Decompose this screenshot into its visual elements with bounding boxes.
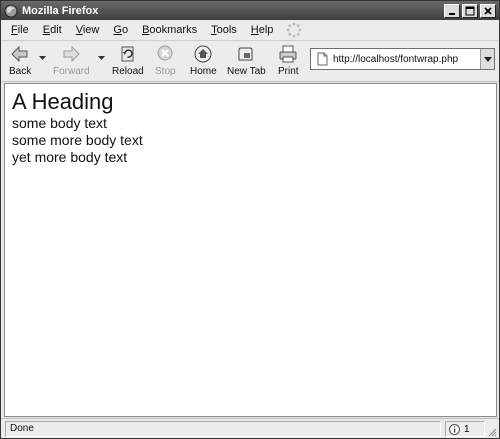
new-tab-button[interactable]: New Tab [227,44,266,77]
info-icon [449,423,460,435]
minimize-button[interactable] [444,3,460,18]
back-arrow-icon [11,45,28,63]
menu-bar: File Edit View Go Bookmarks Tools Help [1,20,499,41]
address-bar[interactable] [310,48,495,70]
menu-edit[interactable]: Edit [36,20,69,41]
menu-file[interactable]: File [1,20,36,41]
maximize-icon [465,6,475,15]
browser-window: Mozilla Firefox File Edit View Go Bookma… [0,0,500,439]
home-button[interactable]: Home [190,44,217,77]
reload-button[interactable]: Reload [112,44,144,77]
body-text-line: some more body text [12,132,143,148]
url-dropdown-button[interactable] [480,49,494,69]
info-count: 1 [464,423,470,435]
maximize-button[interactable] [462,3,478,18]
page-icon [317,52,328,66]
menu-tools[interactable]: Tools [204,20,244,41]
printer-icon [279,45,297,63]
forward-button[interactable]: Forward [53,44,90,77]
body-text-line: yet more body text [12,149,128,165]
forward-arrow-icon [63,45,81,63]
body-text-line: some body text [12,115,107,131]
navigation-toolbar: Back Forward Reload Stop Home New Tab Pr… [1,42,499,82]
stop-button[interactable]: Stop [155,44,176,77]
chevron-down-icon [483,56,492,62]
menu-view[interactable]: View [69,20,107,41]
minimize-icon [449,12,455,15]
firefox-icon [4,4,18,17]
forward-dropdown-icon[interactable] [98,56,105,61]
back-dropdown-icon[interactable] [39,56,46,61]
home-icon [194,45,212,63]
menu-help[interactable]: Help [244,20,281,41]
status-bar: Done 1 [1,418,499,438]
throbber-icon [287,22,302,38]
close-button[interactable] [480,3,496,18]
status-info[interactable]: 1 [445,421,485,437]
window-controls [444,3,496,18]
title-bar: Mozilla Firefox [1,1,499,20]
reload-icon [121,46,134,62]
page-heading: A Heading [12,89,114,114]
menu-go[interactable]: Go [106,20,135,41]
menu-bookmarks[interactable]: Bookmarks [135,20,204,41]
close-icon [484,6,492,15]
stop-icon [157,45,173,61]
page-content: A Heading some body text some more body … [4,83,497,417]
print-button[interactable]: Print [278,44,299,77]
window-title: Mozilla Firefox [22,4,99,17]
url-input[interactable] [333,53,480,65]
status-text: Done [5,421,441,437]
back-button[interactable]: Back [9,44,31,77]
resize-grip-icon[interactable] [487,427,497,437]
new-tab-icon [238,47,253,61]
